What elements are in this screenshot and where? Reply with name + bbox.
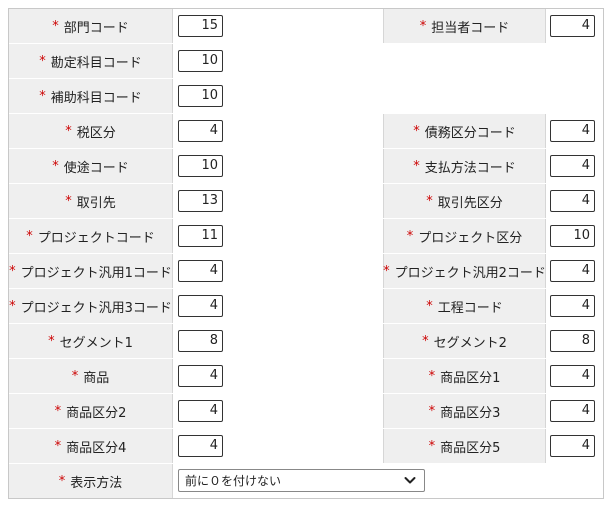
required-mark: * (26, 228, 33, 244)
supplier-category-digits-input[interactable]: 4 (550, 190, 595, 212)
field-label-product-category3: * 商品区分3 (383, 394, 546, 428)
field-label-sub-account-code: * 補助科目コード (9, 79, 173, 113)
form-row: * 商品 4 * 商品区分1 4 (9, 359, 603, 393)
field-label-tax-category: * 税区分 (9, 114, 173, 148)
field-label-supplier: * 取引先 (9, 184, 173, 218)
required-mark: * (52, 18, 59, 34)
form-row: * 部門コード 15 * 担当者コード 4 (9, 9, 603, 43)
purpose-code-digits-input[interactable]: 10 (178, 155, 223, 177)
required-mark: * (54, 438, 62, 454)
required-mark: * (422, 333, 429, 349)
field-label-project-general2-code: * プロジェクト汎用2コード (383, 254, 546, 288)
form-row: * プロジェクト汎用3コード 4 * 工程コード 4 (9, 289, 603, 323)
required-mark: * (39, 88, 46, 104)
required-mark: * (9, 263, 16, 279)
department-code-digits-input[interactable]: 15 (178, 15, 223, 37)
product-digits-input[interactable]: 4 (178, 365, 223, 387)
required-mark: * (419, 18, 427, 34)
form-row: * 表示方法 前に０を付けない (9, 464, 603, 498)
field-label-product: * 商品 (9, 359, 173, 393)
field-label-project-general3-code: * プロジェクト汎用3コード (9, 289, 173, 323)
field-label-project-category: * プロジェクト区分 (383, 219, 546, 253)
required-mark: * (65, 123, 72, 139)
required-mark: * (413, 123, 420, 139)
required-mark: * (48, 333, 55, 349)
project-general3-code-digits-input[interactable]: 4 (178, 295, 223, 317)
product-category5-digits-input[interactable]: 4 (550, 435, 595, 457)
supplier-digits-input[interactable]: 13 (178, 190, 223, 212)
field-label-project-general1-code: * プロジェクト汎用1コード (9, 254, 173, 288)
process-code-digits-input[interactable]: 4 (550, 295, 595, 317)
field-label-project-code: * プロジェクトコード (9, 219, 173, 253)
segment1-digits-input[interactable]: 8 (178, 330, 223, 352)
sub-account-code-digits-input[interactable]: 10 (178, 85, 223, 107)
liability-category-code-digits-input[interactable]: 4 (550, 120, 595, 142)
field-label-department-code: * 部門コード (9, 9, 173, 43)
required-mark: * (428, 368, 436, 384)
project-general1-code-digits-input[interactable]: 4 (178, 260, 223, 282)
tax-category-digits-input[interactable]: 4 (178, 120, 223, 142)
form-row: * プロジェクトコード 11 * プロジェクト区分 10 (9, 219, 603, 253)
product-category1-digits-input[interactable]: 4 (550, 365, 595, 387)
form-row: * 商品区分4 4 * 商品区分5 4 (9, 429, 603, 463)
form-row: * 税区分 4 * 債務区分コード 4 (9, 114, 603, 148)
field-label-segment2: * セグメント2 (383, 324, 546, 358)
required-mark: * (426, 193, 433, 209)
payment-method-code-digits-input[interactable]: 4 (550, 155, 595, 177)
field-label-product-category1: * 商品区分1 (383, 359, 546, 393)
product-category2-digits-input[interactable]: 4 (178, 400, 223, 422)
form-row: * 補助科目コード 10 (9, 79, 603, 113)
product-category3-digits-input[interactable]: 4 (550, 400, 595, 422)
form-row: * 商品区分2 4 * 商品区分3 4 (9, 394, 603, 428)
field-label-liability-category-code: * 債務区分コード (383, 114, 546, 148)
form-row: * 使途コード 10 * 支払方法コード 4 (9, 149, 603, 183)
required-mark: * (39, 53, 46, 69)
chevron-down-icon (404, 477, 416, 484)
display-method-select[interactable]: 前に０を付けない (178, 469, 425, 492)
form-row: * プロジェクト汎用1コード 4 * プロジェクト汎用2コード 4 (9, 254, 603, 288)
display-method-selected-value: 前に０を付けない (185, 474, 282, 488)
segment2-digits-input[interactable]: 8 (550, 330, 595, 352)
form-row: * 取引先 13 * 取引先区分 4 (9, 184, 603, 218)
field-label-segment1: * セグメント1 (9, 324, 173, 358)
required-mark: * (383, 263, 390, 279)
product-category4-digits-input[interactable]: 4 (178, 435, 223, 457)
field-label-display-method: * 表示方法 (9, 464, 173, 498)
field-label-product-category4: * 商品区分4 (9, 429, 173, 463)
field-label-staff-code: * 担当者コード (383, 9, 546, 43)
required-mark: * (413, 158, 420, 174)
field-label-product-category5: * 商品区分5 (383, 429, 546, 463)
field-label-product-category2: * 商品区分2 (9, 394, 173, 428)
staff-code-digits-input[interactable]: 4 (550, 15, 595, 37)
project-code-digits-input[interactable]: 11 (178, 225, 223, 247)
required-mark: * (71, 368, 79, 384)
field-label-supplier-category: * 取引先区分 (383, 184, 546, 218)
required-mark: * (58, 473, 66, 489)
required-mark: * (65, 193, 72, 209)
field-label-payment-method-code: * 支払方法コード (383, 149, 546, 183)
required-mark: * (426, 298, 433, 314)
required-mark: * (52, 158, 59, 174)
required-mark: * (428, 403, 436, 419)
required-mark: * (9, 298, 16, 314)
required-mark: * (54, 403, 62, 419)
code-digits-settings-form: * 部門コード 15 * 担当者コード 4 * 勘定科目コード 10 * 補助科目コード… (8, 8, 604, 499)
account-code-digits-input[interactable]: 10 (178, 50, 223, 72)
field-label-purpose-code: * 使途コード (9, 149, 173, 183)
field-label-process-code: * 工程コード (383, 289, 546, 323)
form-row: * セグメント1 8 * セグメント2 8 (9, 324, 603, 358)
project-general2-code-digits-input[interactable]: 4 (550, 260, 595, 282)
required-mark: * (428, 438, 436, 454)
project-category-digits-input[interactable]: 10 (550, 225, 595, 247)
required-mark: * (406, 228, 414, 244)
field-label-account-code: * 勘定科目コード (9, 44, 173, 78)
form-row: * 勘定科目コード 10 (9, 44, 603, 78)
